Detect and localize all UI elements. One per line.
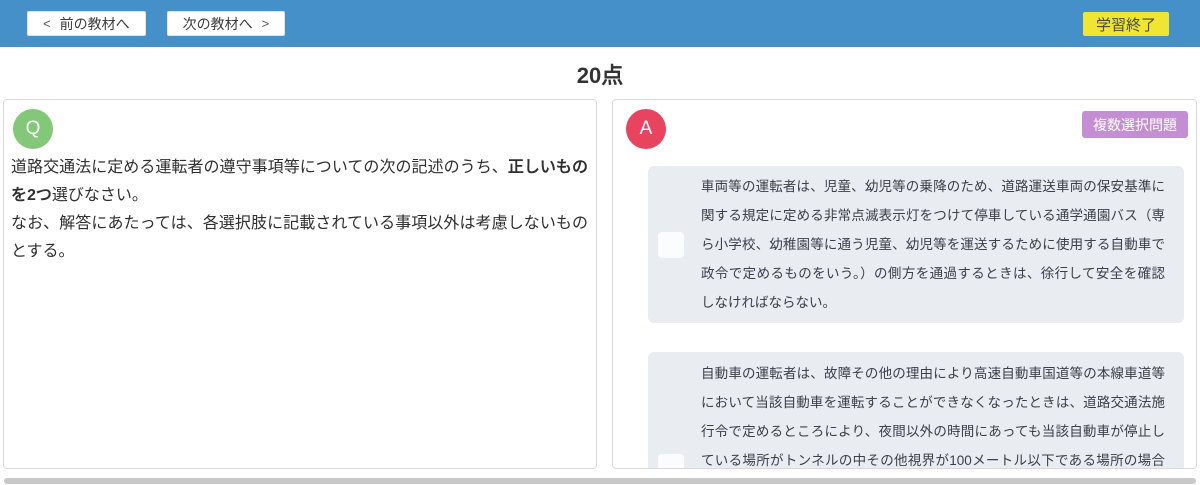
option-checkbox-1[interactable] — [658, 231, 684, 258]
question-text: 道路交通法に定める運転者の遵守事項等についての次の記述のうち、正しいものを2つ選… — [11, 154, 588, 266]
question-icon: Q — [13, 109, 53, 149]
horizontal-scrollbar[interactable] — [4, 478, 1196, 484]
chevron-right-icon: > — [261, 16, 270, 31]
option-checkbox-2[interactable] — [658, 454, 684, 468]
prev-material-button[interactable]: < 前の教材へ — [27, 11, 146, 36]
answer-panel: A 複数選択問題 車両等の運転者は、児童、幼児等の乗降のため、道路運送車両の保安… — [612, 99, 1197, 469]
options-list: 車両等の運転者は、児童、幼児等の乗降のため、道路運送車両の保安基準に関する規定に… — [648, 166, 1184, 468]
question-text-part1: 道路交通法に定める運転者の遵守事項等についての次の記述のうち、 — [11, 159, 508, 176]
answer-icon: A — [626, 109, 666, 149]
next-material-label: 次の教材へ — [182, 15, 253, 32]
option-text-2: 自動車の運転者は、故障その他の理由により高速自動車国道等の本線車道等において当該… — [701, 366, 1165, 468]
question-text-part2: 選びなさい。 — [51, 187, 148, 204]
answer-icon-letter: A — [639, 118, 653, 139]
finish-learning-button[interactable]: 学習終了 — [1082, 12, 1169, 36]
option-item-1[interactable]: 車両等の運転者は、児童、幼児等の乗降のため、道路運送車両の保安基準に関する規定に… — [648, 166, 1184, 323]
score-title: 20点 — [576, 63, 624, 88]
question-icon-letter: Q — [25, 118, 41, 139]
top-header-bar: < 前の教材へ 次の教材へ > 学習終了 — [0, 0, 1200, 47]
prev-material-label: 前の教材へ — [59, 15, 130, 32]
question-text-line2: なお、解答にあたっては、各選択肢に記載されている事項以外は考慮しないものとする。 — [11, 215, 588, 260]
next-material-button[interactable]: 次の教材へ > — [166, 11, 286, 36]
question-type-badge: 複数選択問題 — [1082, 111, 1188, 138]
option-text-1: 車両等の運転者は、児童、幼児等の乗降のため、道路運送車両の保安基準に関する規定に… — [701, 179, 1165, 310]
chevron-left-icon: < — [43, 16, 51, 31]
option-item-2[interactable]: 自動車の運転者は、故障その他の理由により高速自動車国道等の本線車道等において当該… — [648, 352, 1184, 468]
question-panel: Q 道路交通法に定める運転者の遵守事項等についての次の記述のうち、正しいものを2… — [3, 99, 597, 469]
